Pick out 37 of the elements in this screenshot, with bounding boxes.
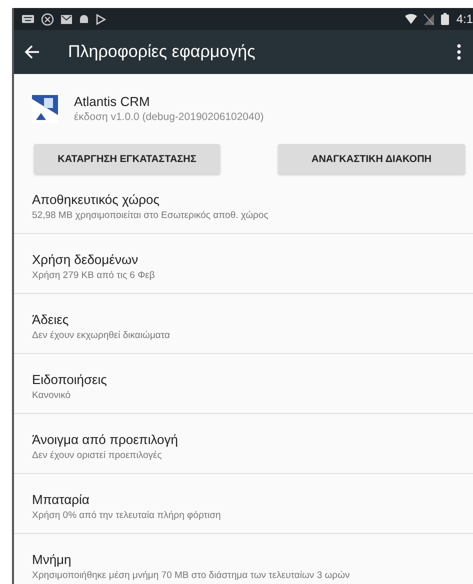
clock-text: 4:1 (456, 12, 473, 26)
setting-summary: Χρησιμοποιήθηκε μέση μνήμη 70 MB στο διάστημα των τελευταίων 3 ωρών (32, 570, 351, 581)
app-version: έκδοση v1.0.0 (debug-20190206102040) (74, 111, 264, 123)
setting-summary: Δεν έχουν εκχωρηθεί δικαιώματα (32, 330, 172, 341)
app-icon (32, 94, 58, 122)
setting-summary: Κανονικό (32, 390, 72, 401)
back-arrow-icon (24, 44, 40, 60)
setting-title: Ειδοποιήσεις (32, 372, 108, 387)
settings-item[interactable]: Μπαταρία Χρήση 0% από την τελευταία πλήρη φόρτιση (14, 474, 473, 534)
more-icon (457, 44, 461, 60)
settings-item[interactable]: Αποθηκευτικός χώρος 52,98 MB χρησιμοποιείται στο Εσωτερικός αποθ. χώρος (14, 174, 473, 234)
battery-icon (441, 13, 450, 25)
setting-title: Μπαταρία (32, 492, 90, 507)
setting-summary: Χρήση 0% από την τελευταία πλήρη φόρτιση (32, 510, 222, 521)
setting-summary: Δεν έχουν οριστεί προεπιλογές (32, 450, 163, 461)
setting-summary: 52,98 MB χρησιμοποιείται στο Εσωτερικός αποθ. χώρος (32, 210, 270, 221)
settings-item[interactable]: Άδειες Δεν έχουν εκχωρηθεί δικαιώματα (14, 294, 473, 354)
setting-title: Χρήση δεδομένων (32, 252, 140, 267)
mail-icon (61, 14, 72, 24)
setting-summary: Χρήση 279 KB από τις 6 Φεβ (32, 270, 156, 281)
no-sim-icon (424, 14, 434, 24)
play-icon (96, 14, 106, 24)
app-name: Atlantis CRM (74, 94, 151, 109)
settings-item[interactable]: Χρήση δεδομένων Χρήση 279 KB από τις 6 Φεβ (14, 234, 473, 294)
setting-title: Αποθηκευτικός χώρος (32, 192, 161, 207)
setting-title: Άνοιγμα από προεπιλογή (32, 432, 180, 447)
force-stop-button[interactable]: ΑΝΑΓΚΑΣΤΙΚΗ ΔΙΑΚΟΠΗ (278, 144, 465, 174)
keyboard-icon (22, 14, 34, 24)
cancel-icon (41, 12, 54, 26)
settings-item[interactable]: Άνοιγμα από προεπιλογή Δεν έχουν οριστεί προεπιλογές (14, 414, 473, 474)
setting-title: Μνήμη (32, 552, 72, 567)
setting-title: Άδειες (32, 312, 70, 327)
uninstall-button[interactable]: ΚΑΤΑΡΓΗΣΗ ΕΓΚΑΤΑΣΤΑΣΗΣ (34, 144, 220, 174)
screen-title: Πληροφορίες εφαρμογής (68, 42, 256, 62)
wifi-icon (405, 14, 418, 24)
settings-item[interactable]: Μνήμη Χρησιμοποιήθηκε μέση μνήμη 70 MB στο διάστημα των τελευταίων 3 ωρών (14, 534, 473, 584)
settings-item[interactable]: Ειδοποιήσεις Κανονικό (14, 354, 473, 414)
